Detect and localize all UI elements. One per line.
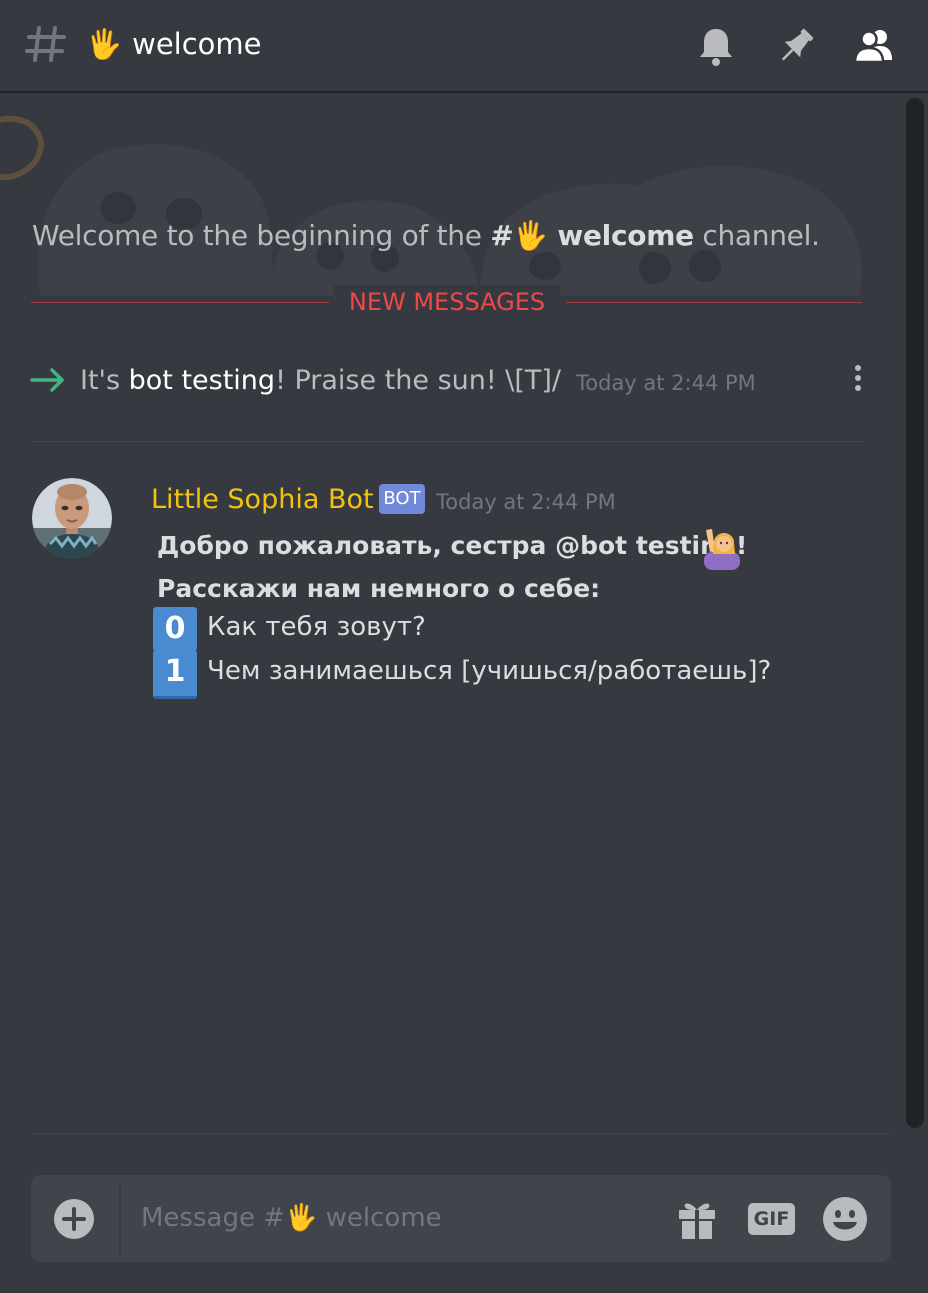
- channel-header: 🖐 welcome: [0, 0, 928, 93]
- channel-title: 🖐 welcome: [86, 24, 262, 64]
- join-arrow-icon: [30, 368, 64, 392]
- message-input[interactable]: [141, 1196, 641, 1240]
- message-author[interactable]: Little Sophia Bot: [151, 480, 374, 520]
- system-message-text: It's bot testing! Praise the sun! \[T]/: [80, 361, 561, 401]
- add-attachment-icon[interactable]: [53, 1198, 95, 1240]
- system-after: ! Praise the sun! \[T]/: [275, 365, 562, 396]
- message-timestamp: Today at 2:44 PM: [436, 490, 616, 514]
- keycap-one-emoji: 1: [153, 650, 197, 699]
- composer-separator: [32, 1133, 890, 1134]
- new-messages-label: NEW MESSAGES: [334, 285, 560, 319]
- keycap-zero-emoji: 0: [153, 607, 197, 651]
- channel-intro-text: Welcome to the beginning of the #🖐 welco…: [32, 216, 820, 256]
- discord-chat-window: 🖐 welcome Welcome to the beginning of th…: [0, 0, 928, 1293]
- scrollbar-track[interactable]: [906, 98, 924, 1128]
- more-options-icon[interactable]: [846, 362, 870, 394]
- channel-name: welcome: [132, 27, 262, 61]
- gif-button[interactable]: GIF: [748, 1203, 795, 1235]
- emoji-picker-icon[interactable]: [822, 1196, 868, 1242]
- system-user-mention[interactable]: bot testing: [129, 365, 275, 396]
- person-raising-hand-emoji: [704, 529, 740, 570]
- bot-avatar[interactable]: [32, 478, 112, 558]
- wave-emoji: 🖐: [86, 27, 123, 61]
- intro-suffix: channel.: [693, 219, 820, 252]
- question-item: Чем занимаешься [учишься/работаешь]?: [207, 656, 772, 686]
- members-icon[interactable]: [852, 24, 896, 68]
- channel-watermark-art: [0, 115, 862, 296]
- question-item: Как тебя зовут?: [207, 612, 426, 642]
- composer-divider: [119, 1183, 121, 1254]
- bell-icon[interactable]: [694, 24, 738, 68]
- gift-icon[interactable]: [677, 1198, 717, 1240]
- message-separator: [32, 441, 864, 442]
- system-before: It's: [80, 365, 129, 396]
- message-line-prompt: Расскажи нам немного о себе:: [157, 574, 601, 603]
- new-messages-line-right: [566, 302, 862, 303]
- hash-icon: [25, 26, 66, 62]
- scrollbar-thumb[interactable]: [906, 98, 924, 1128]
- intro-prefix: Welcome to the beginning of the: [32, 219, 491, 252]
- intro-channel: #🖐 welcome: [490, 219, 694, 252]
- pin-icon[interactable]: [774, 24, 818, 68]
- message-line-greeting: Добро пожаловать, сестра @bot testing!: [157, 531, 748, 560]
- bot-tag-badge: BOT: [379, 484, 425, 514]
- system-message-timestamp: Today at 2:44 PM: [576, 371, 756, 395]
- new-messages-line-left: [31, 302, 329, 303]
